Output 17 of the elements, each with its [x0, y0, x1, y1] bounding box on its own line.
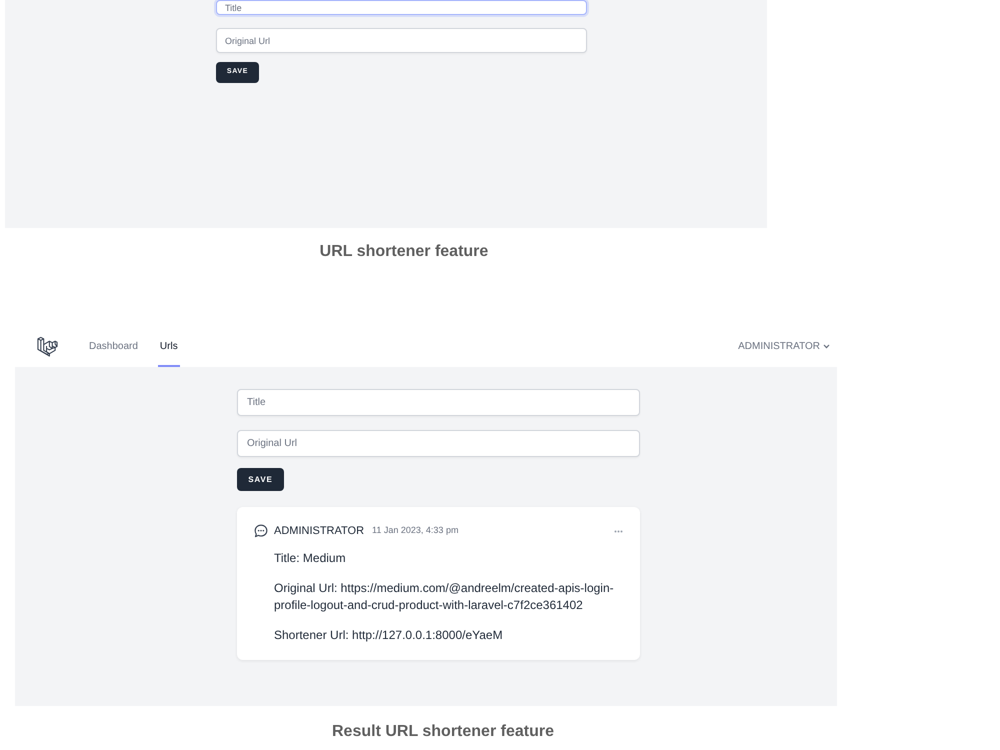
text-field[interactable]: Original Url [237, 430, 640, 457]
post-author: ADMINISTRATOR [274, 524, 364, 539]
text-field[interactable]: Original Url [216, 28, 587, 53]
post-text: Title: Medium [274, 550, 347, 567]
chevron-down-icon [823, 344, 830, 348]
figure-caption: Result URL shortener feature [331, 722, 555, 742]
save-button[interactable]: SAVE [237, 468, 284, 491]
chat-bubble-icon [254, 524, 268, 538]
nav-link[interactable]: Dashboard [87, 325, 140, 367]
post-text: Shortener Url: http://127.0.0.1:8000/eYaeM [274, 627, 504, 644]
user-menu-button[interactable]: ADMINISTRATOR [738, 338, 830, 354]
text-field[interactable]: Title [216, 0, 587, 15]
post-time: 11 Jan 2023, 4:33 pm [372, 524, 458, 538]
post-text: Original Url: https://medium.com/@andreelm/created-apis-login-profile-logout-and-crud-product-with-laravel-c7f2ce361402 [274, 580, 615, 614]
text-field[interactable]: Title [237, 389, 640, 416]
figure-caption: URL shortener feature [318, 242, 490, 262]
logo-icon[interactable] [37, 336, 58, 356]
